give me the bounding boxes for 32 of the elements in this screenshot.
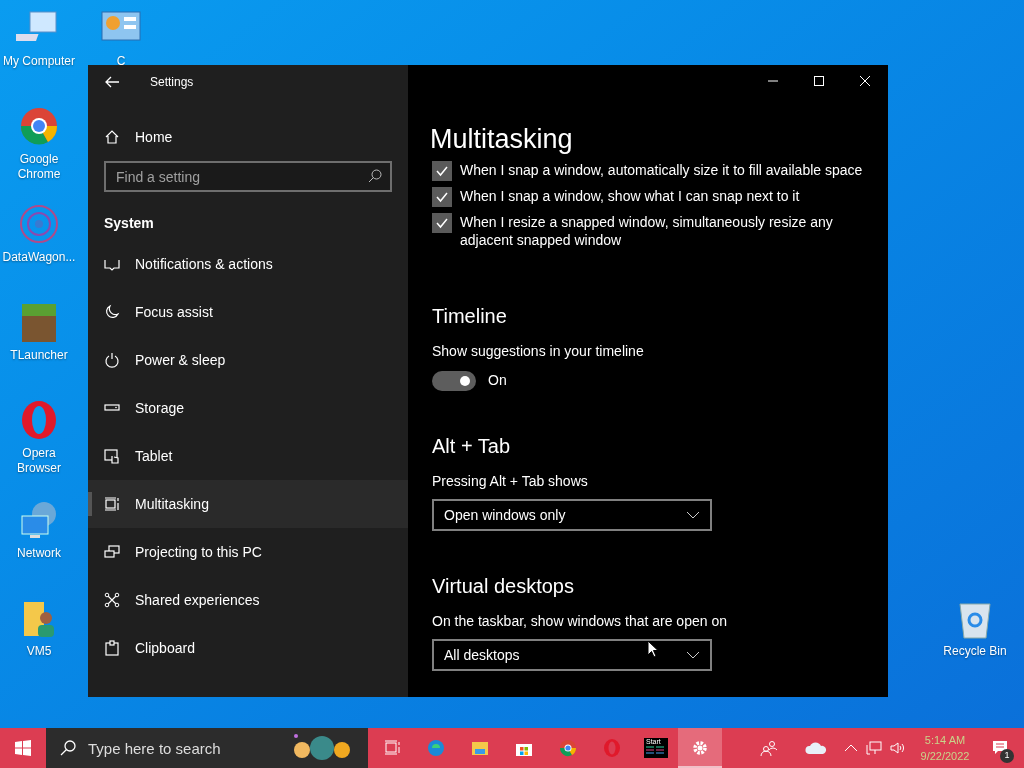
window-title: Settings — [150, 74, 194, 91]
sidebar-item[interactable]: Clipboard — [88, 624, 408, 672]
dropdown[interactable]: Open windows only — [432, 499, 712, 531]
home-link[interactable]: Home — [88, 122, 408, 152]
notification-badge: 1 — [1000, 749, 1014, 763]
section-heading: System — [103, 214, 155, 233]
desktop-icon-label[interactable]: Recycle Bin — [943, 644, 1007, 659]
sidebar-item[interactable]: Focus assist — [88, 288, 408, 336]
page-title: Multitasking — [430, 123, 574, 155]
checkbox-label: When I resize a snapped window, simultaneously resize any adjacent snapped window — [460, 213, 834, 249]
sidebar-item[interactable]: Multitasking — [88, 480, 408, 528]
action-center-button[interactable]: 1 — [976, 728, 1024, 768]
sidebar-item[interactable]: Power & sleep — [88, 336, 408, 384]
dropdown[interactable]: All desktops — [432, 639, 712, 671]
sidebar-item[interactable]: Tablet — [88, 432, 408, 480]
checkbox-label: When I snap a window, automatically size it to fill available space — [460, 161, 864, 179]
checkbox-label: When I snap a window, show what I can snap next to it — [460, 187, 801, 205]
desktop-icon-label[interactable]: Network — [17, 546, 61, 561]
search-field[interactable]: Find a setting — [104, 161, 392, 192]
setting-label: On the taskbar, show windows that are open on — [432, 612, 728, 629]
setting-label: Show suggestions in your timeline — [432, 342, 645, 359]
sidebar-item[interactable]: Projecting to this PC — [88, 528, 408, 576]
toggle-state: On — [488, 371, 507, 390]
section-heading: Virtual desktops — [432, 574, 575, 597]
taskbar-search-field[interactable]: Type here to search — [46, 728, 368, 768]
section-heading: Alt + Tab — [432, 434, 512, 457]
setting-label: Pressing Alt + Tab shows — [432, 472, 589, 489]
sidebar-item[interactable]: Notifications & actions — [88, 240, 408, 288]
desktop-icon-label[interactable]: VM5 — [26, 644, 52, 659]
sidebar-item[interactable]: Shared experiences — [88, 576, 408, 624]
section-heading: Timeline — [432, 304, 508, 327]
sidebar-item[interactable]: Storage — [88, 384, 408, 432]
